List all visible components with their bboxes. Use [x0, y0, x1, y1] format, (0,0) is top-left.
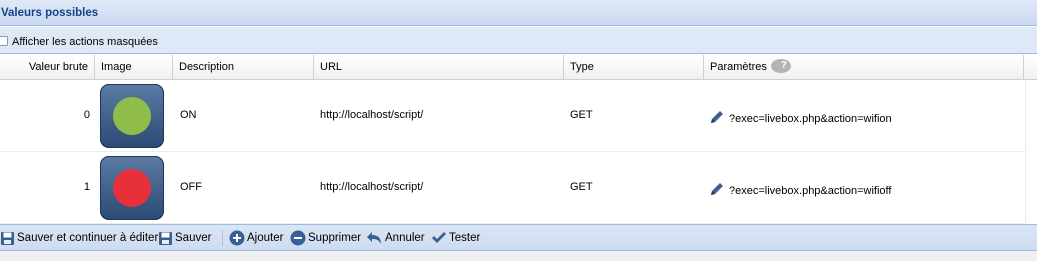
- url-cell: http://localhost/script/: [320, 109, 424, 121]
- bottom-toolbar: Sauver et continuer à éditer Sauver Ajou…: [0, 224, 1037, 251]
- column-header-raw-value[interactable]: Valeur brute: [0, 55, 95, 79]
- test-label: Tester: [449, 232, 481, 244]
- test-button[interactable]: Tester: [431, 229, 480, 247]
- column-header-type[interactable]: Type: [564, 55, 704, 79]
- parameters-cell: ?exec=livebox.php&action=wifioff: [729, 185, 892, 197]
- state-image[interactable]: [100, 84, 164, 148]
- column-header-description[interactable]: Description: [173, 55, 314, 79]
- show-hidden-checkbox[interactable]: [0, 36, 8, 46]
- scrollbar-gutter: [1025, 80, 1037, 224]
- delete-label: Supprimer: [308, 232, 362, 244]
- state-image[interactable]: [100, 156, 164, 220]
- type-cell: GET: [570, 109, 593, 121]
- save-button[interactable]: Sauver: [158, 229, 211, 247]
- add-label: Ajouter: [247, 232, 284, 244]
- column-header-label: Image: [101, 61, 132, 73]
- checkmark-icon: [432, 232, 446, 243]
- minus-circle-icon: [290, 230, 306, 246]
- column-header-image[interactable]: Image: [95, 55, 173, 79]
- save-label: Sauver: [175, 232, 212, 244]
- bottom-strip: [0, 251, 1037, 261]
- url-cell: http://localhost/script/: [320, 181, 424, 193]
- panel-header: Valeurs possibles: [0, 0, 1037, 26]
- column-header-parameters[interactable]: Paramètres?: [704, 55, 1024, 79]
- plus-circle-icon: [229, 230, 245, 246]
- cancel-button[interactable]: Annuler: [366, 229, 425, 247]
- floppy-disk-icon: [1, 231, 14, 245]
- description-cell: OFF: [180, 181, 202, 193]
- table-row[interactable]: 1 OFF http://localhost/script/ GET ?exec…: [0, 152, 1025, 224]
- toolbar-separator: [222, 230, 223, 246]
- edit-pencil-icon[interactable]: [709, 181, 725, 197]
- delete-button[interactable]: Supprimer: [290, 229, 361, 247]
- table-row[interactable]: 0 ON http://localhost/script/ GET ?exec=…: [0, 80, 1025, 152]
- parameters-cell: ?exec=livebox.php&action=wifion: [729, 113, 892, 125]
- show-hidden-label[interactable]: Afficher les actions masquées: [12, 36, 158, 48]
- type-cell: GET: [570, 181, 593, 193]
- edit-pencil-icon[interactable]: [709, 109, 725, 125]
- help-icon[interactable]: ?: [770, 59, 791, 74]
- raw-value-cell: 0: [83, 109, 90, 121]
- column-header-label: Valeur brute: [28, 61, 88, 73]
- green-circle-icon: [113, 97, 151, 135]
- column-header-label: URL: [320, 61, 343, 73]
- column-header-label: Description: [179, 61, 235, 73]
- raw-value-cell: 1: [83, 181, 90, 193]
- cancel-label: Annuler: [385, 232, 425, 244]
- add-button[interactable]: Ajouter: [229, 229, 283, 247]
- undo-icon: [367, 231, 381, 244]
- save-continue-label: Sauver et continuer à éditer: [17, 232, 159, 244]
- column-header-spacer: [1024, 55, 1037, 79]
- grid-header: Valeur brute Image Description URL Type …: [0, 55, 1037, 80]
- red-circle-icon: [113, 169, 151, 207]
- column-header-url[interactable]: URL: [314, 55, 564, 79]
- values-panel: Valeurs possibles Afficher les actions m…: [0, 0, 1037, 261]
- save-continue-button[interactable]: Sauver et continuer à éditer: [0, 229, 158, 247]
- column-header-label: Paramètres: [710, 61, 767, 73]
- panel-title: Valeurs possibles: [1, 7, 99, 19]
- floppy-disk-icon: [159, 231, 172, 245]
- options-bar: Afficher les actions masquées: [0, 27, 1037, 54]
- column-header-label: Type: [570, 61, 594, 73]
- description-cell: ON: [180, 109, 197, 121]
